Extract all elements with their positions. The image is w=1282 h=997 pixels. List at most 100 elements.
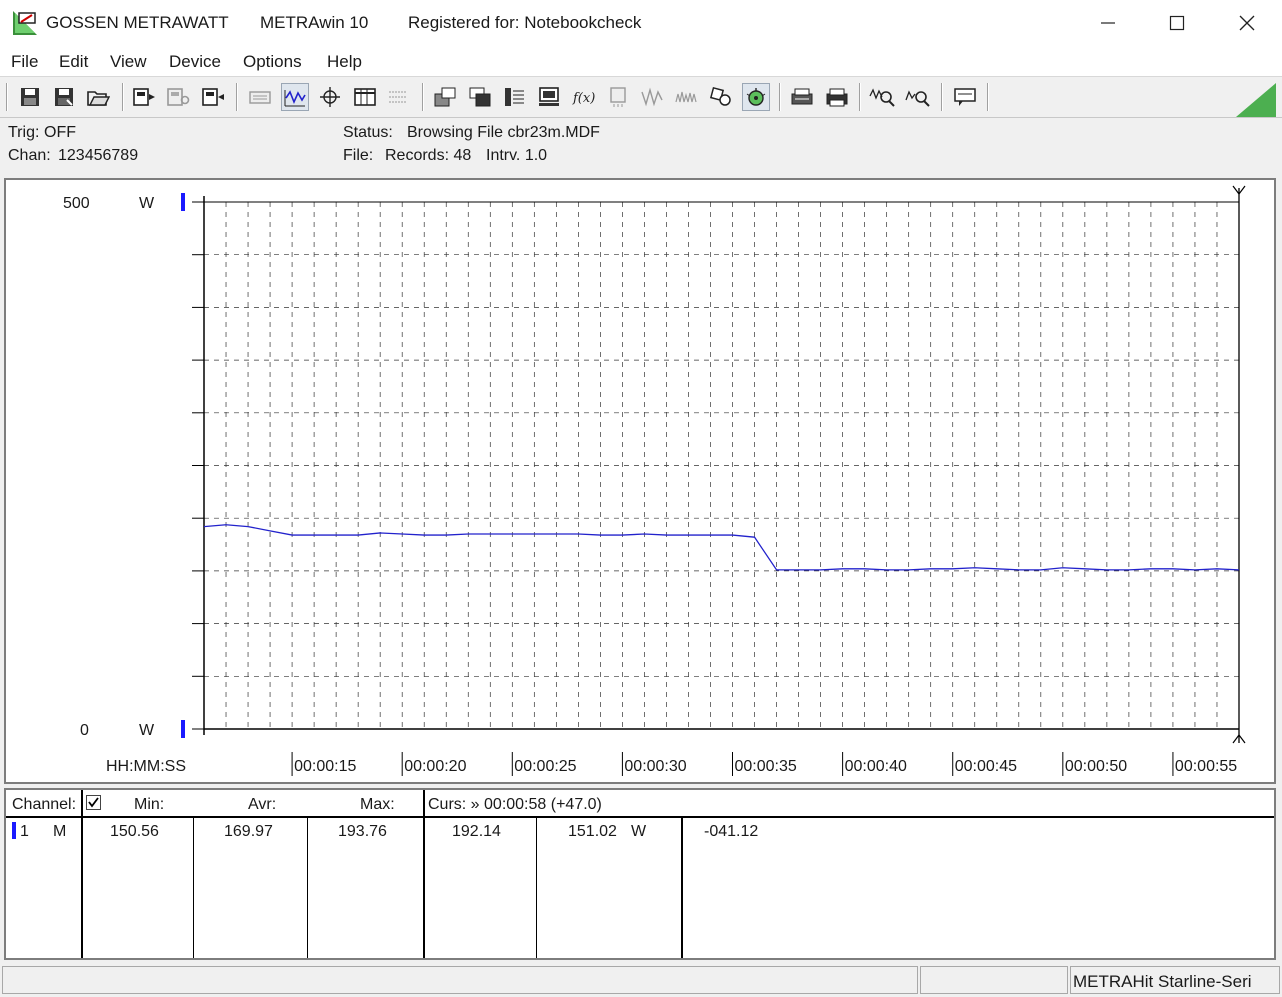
status-value: Browsing File cbr23m.MDF xyxy=(407,124,600,141)
device-name: METRAHit Starline-Seri xyxy=(1073,972,1252,991)
col-divider xyxy=(423,790,425,958)
registration-text: Registered for: Notebookcheck xyxy=(408,13,642,32)
status-panel-device: METRAHit Starline-Seri xyxy=(1070,966,1280,994)
col-divider xyxy=(536,818,537,958)
open-button[interactable] xyxy=(84,83,112,111)
menu-options[interactable]: Options xyxy=(243,52,302,72)
signal-icon xyxy=(641,87,663,107)
x-tick-label: 00:00:35 xyxy=(735,758,797,775)
bug-button[interactable] xyxy=(742,83,770,111)
trig-label: Trig: xyxy=(8,124,40,141)
import-button[interactable] xyxy=(466,83,494,111)
row-min: 150.56 xyxy=(110,823,159,840)
col-divider xyxy=(307,818,308,958)
chan-value: 123456789 xyxy=(58,147,139,164)
col-divider xyxy=(681,818,683,958)
maximize-button[interactable] xyxy=(1142,0,1212,46)
status-panel-main xyxy=(2,966,918,994)
x-tick-label: 00:00:30 xyxy=(624,758,686,775)
interval-value: Intrv. 1.0 xyxy=(486,147,548,164)
menu-bar: File Edit View Device Options Help xyxy=(0,46,1282,77)
app-name: GOSSEN METRAWATT xyxy=(46,13,229,32)
toolbar: f(x) xyxy=(0,77,1282,118)
x-tick-label: 00:00:25 xyxy=(514,758,576,775)
x-tick-label: 00:00:40 xyxy=(845,758,907,775)
row-channel-number: 1 xyxy=(20,823,29,840)
header-channel: Channel: xyxy=(12,796,77,813)
power-chart[interactable]: 500 W 0 W HH:MM:SS 00:00:15 00:00:20 00:00:25 00… xyxy=(6,180,1274,782)
save-as-icon xyxy=(55,88,73,106)
list-view-icon xyxy=(389,91,407,103)
export-button[interactable] xyxy=(431,83,459,111)
signal-button[interactable] xyxy=(638,83,666,111)
list-view-button[interactable] xyxy=(384,83,412,111)
x-tick-label: 00:00:50 xyxy=(1065,758,1127,775)
x-tick-label: 00:00:15 xyxy=(294,758,356,775)
x-tick-label: 00:00:20 xyxy=(404,758,466,775)
keypad-button[interactable] xyxy=(246,83,274,111)
menu-device[interactable]: Device xyxy=(169,52,221,72)
table-view-icon xyxy=(354,88,376,106)
device-read-button[interactable] xyxy=(130,83,158,111)
keypad-icon xyxy=(249,91,271,104)
row-difference: -041.12 xyxy=(704,823,759,840)
channel-checkbox[interactable] xyxy=(86,795,102,811)
calculator-icon xyxy=(505,88,524,106)
y-max-unit: W xyxy=(139,195,155,212)
menu-help[interactable]: Help xyxy=(327,52,362,72)
device-config-button[interactable] xyxy=(164,83,192,111)
print-icon xyxy=(826,88,848,107)
table-view-button[interactable] xyxy=(351,83,379,111)
menu-edit[interactable]: Edit xyxy=(59,52,88,72)
file-label: File: xyxy=(343,147,374,164)
save-as-button[interactable] xyxy=(50,83,78,111)
channel-color-marker xyxy=(12,822,16,839)
trig-value: OFF xyxy=(44,124,76,141)
x-axis-label: HH:MM:SS xyxy=(106,758,186,775)
memory-icon xyxy=(610,87,626,107)
memory-button[interactable] xyxy=(604,83,632,111)
crosshair-button[interactable] xyxy=(316,83,344,111)
device-transfer-button[interactable] xyxy=(199,83,227,111)
calculator-button[interactable] xyxy=(500,83,528,111)
header-max: Max: xyxy=(360,796,395,813)
zoom-in-icon xyxy=(869,88,895,107)
status-label: Status: xyxy=(343,124,393,141)
bug-icon xyxy=(746,88,766,106)
minimize-button[interactable] xyxy=(1073,0,1143,46)
row-unit: W xyxy=(631,823,647,840)
chart-area[interactable]: 500 W 0 W HH:MM:SS 00:00:15 00:00:20 00:00:25 00… xyxy=(4,178,1276,784)
monitor-button[interactable] xyxy=(535,83,563,111)
menu-view[interactable]: View xyxy=(110,52,147,72)
col-divider xyxy=(193,818,194,958)
save-disk-icon xyxy=(21,88,39,106)
header-min: Min: xyxy=(134,796,165,813)
print-preview-button[interactable] xyxy=(788,83,816,111)
minimize-icon xyxy=(1101,22,1115,24)
zoom-in-button[interactable] xyxy=(868,83,896,111)
x-tick-label: 00:00:55 xyxy=(1175,758,1237,775)
menu-file[interactable]: File xyxy=(11,52,38,72)
chart-grid xyxy=(204,202,1240,729)
close-icon xyxy=(1239,15,1255,31)
header-avr: Avr: xyxy=(248,796,277,813)
waveform-view-icon xyxy=(284,90,306,107)
device-read-icon xyxy=(133,88,155,106)
comment-button[interactable] xyxy=(951,83,979,111)
settings-icon xyxy=(709,86,731,106)
print-preview-icon xyxy=(791,88,813,105)
save-button[interactable] xyxy=(16,83,44,111)
print-button[interactable] xyxy=(823,83,851,111)
comment-icon xyxy=(954,88,976,106)
function-icon: f(x) xyxy=(572,91,595,106)
settings-button[interactable] xyxy=(707,83,735,111)
noise-button[interactable] xyxy=(672,83,700,111)
waveform-view-button[interactable] xyxy=(281,83,309,111)
info-panel: Trig: OFF Chan: 123456789 Status: Browsi… xyxy=(0,118,1282,176)
y-min-unit: W xyxy=(139,722,155,739)
zoom-out-button[interactable] xyxy=(904,83,932,111)
corner-logo-icon xyxy=(1236,83,1276,117)
function-button[interactable]: f(x) xyxy=(570,83,598,111)
close-button[interactable] xyxy=(1212,0,1282,46)
row-cursor-2: 151.02 xyxy=(568,823,617,840)
